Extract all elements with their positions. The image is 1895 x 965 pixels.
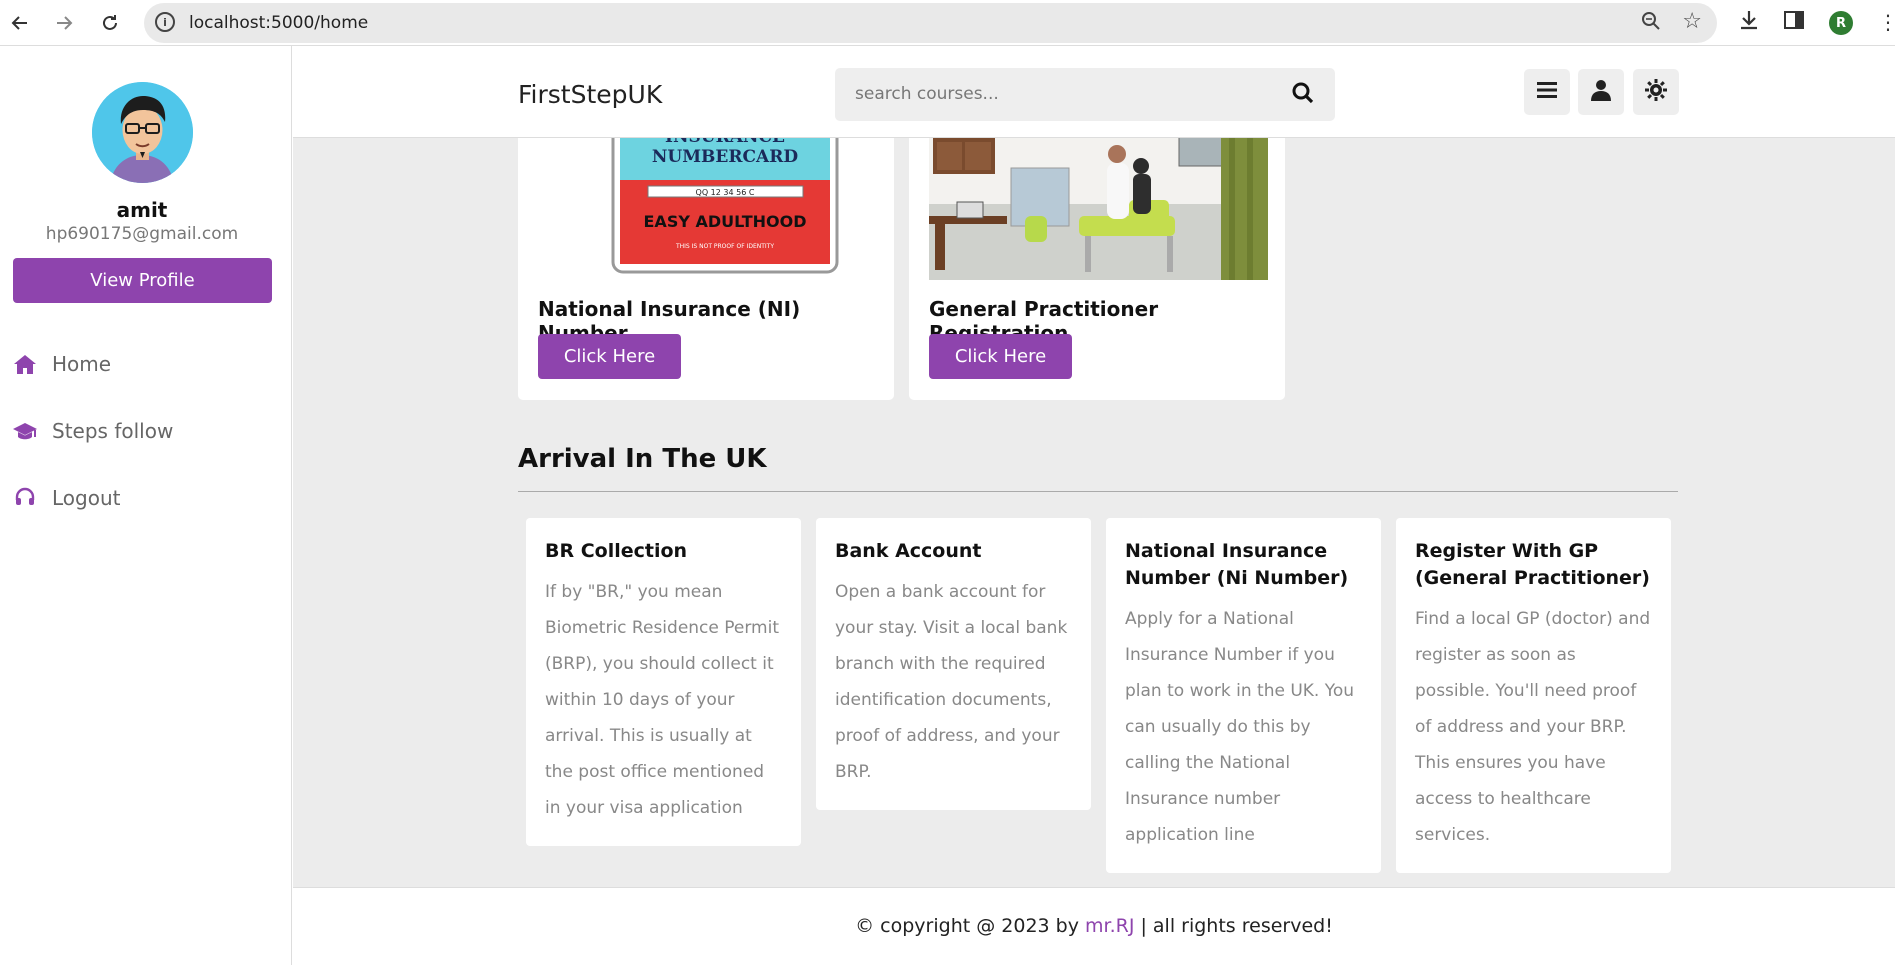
info-card-title: Bank Account: [835, 540, 982, 562]
author-link[interactable]: mr.RJ: [1085, 915, 1134, 937]
sun-gear-icon: [1644, 78, 1668, 106]
gp-clinic-image: [929, 138, 1268, 280]
reload-icon[interactable]: [96, 9, 124, 37]
ni-card-line1: INSURANCE: [665, 138, 785, 147]
site-logo[interactable]: FirstStepUK: [518, 80, 662, 109]
footer: © copyright @ 2023 by mr.RJ | all rights…: [293, 887, 1895, 965]
search-box: [835, 68, 1335, 121]
ni-card-image: INSURANCE NUMBERCARD QQ 12 34 56 C EASY …: [538, 138, 877, 280]
info-card: BR Collection If by "BR," you mean Biome…: [526, 518, 801, 846]
search-input[interactable]: [855, 82, 1275, 106]
profile-avatar[interactable]: R: [1829, 11, 1853, 35]
info-card-text: Apply for a National Insurance Number if…: [1125, 609, 1355, 845]
course-card: INSURANCE NUMBERCARD QQ 12 34 56 C EASY …: [518, 138, 894, 400]
sidebar-item-logout[interactable]: Logout: [12, 486, 120, 510]
info-card-title: Register With GP (General Practitioner): [1415, 540, 1650, 589]
ni-card-banner: EASY ADULTHOOD: [644, 212, 807, 231]
info-card-text: Open a bank account for your stay. Visit…: [835, 582, 1068, 782]
ni-card-fine-print: THIS IS NOT PROOF OF IDENTITY: [675, 243, 774, 250]
zoom-icon[interactable]: [1641, 11, 1661, 36]
info-card-text: Find a local GP (doctor) and register as…: [1415, 609, 1651, 845]
click-here-button[interactable]: Click Here: [538, 334, 681, 379]
site-info-icon[interactable]: i: [155, 12, 175, 32]
hamburger-icon: [1537, 81, 1557, 103]
side-panel-icon[interactable]: [1783, 9, 1805, 37]
sidebar-item-label: Steps follow: [52, 419, 174, 443]
more-menu-icon[interactable]: ⋮: [1878, 10, 1895, 34]
copyright-text: © copyright @ 2023 by mr.RJ | all rights…: [293, 915, 1895, 937]
info-card: Register With GP (General Practitioner) …: [1396, 518, 1671, 873]
theme-toggle-button[interactable]: [1633, 69, 1679, 115]
view-profile-button[interactable]: View Profile: [13, 258, 272, 303]
forward-icon[interactable]: [50, 9, 78, 37]
course-card: General Practitioner Registration Click …: [909, 138, 1285, 400]
browser-toolbar: i localhost:5000/home ☆ R ⋮: [0, 0, 1895, 46]
main-content: INSURANCE NUMBERCARD QQ 12 34 56 C EASY …: [293, 138, 1895, 887]
home-icon: [12, 353, 38, 375]
ni-card-number: QQ 12 34 56 C: [696, 188, 755, 197]
search-icon[interactable]: [1291, 81, 1315, 105]
menu-button[interactable]: [1524, 69, 1570, 115]
user-email: hp690175@gmail.com: [45, 224, 239, 244]
download-icon[interactable]: [1738, 9, 1760, 37]
bookmark-star-icon[interactable]: ☆: [1682, 9, 1702, 34]
graduation-cap-icon: [12, 420, 38, 442]
user-button[interactable]: [1578, 69, 1624, 115]
sidebar-item-steps-follow[interactable]: Steps follow: [12, 419, 173, 443]
sidebar-item-home[interactable]: Home: [12, 352, 111, 376]
address-bar[interactable]: i localhost:5000/home ☆: [144, 3, 1717, 43]
section-divider: [518, 491, 1678, 492]
sidebar-item-label: Home: [52, 352, 112, 376]
ni-card-line2: NUMBERCARD: [652, 147, 798, 167]
info-card-title: BR Collection: [545, 540, 688, 562]
sidebar: amit hp690175@gmail.com View Profile Hom…: [0, 46, 292, 965]
headset-icon: [12, 487, 38, 509]
copyright-suffix: | all rights reserved!: [1134, 915, 1333, 937]
sidebar-item-label: Logout: [52, 486, 121, 510]
user-avatar: [92, 82, 193, 183]
user-icon: [1591, 79, 1611, 105]
copyright-prefix: © copyright @ 2023 by: [855, 915, 1086, 937]
click-here-button[interactable]: Click Here: [929, 334, 1072, 379]
info-card-title: National Insurance Number (Ni Number): [1125, 540, 1349, 589]
top-header: FirstStepUK: [293, 46, 1895, 138]
info-card: National Insurance Number (Ni Number) Ap…: [1106, 518, 1381, 873]
back-icon[interactable]: [6, 9, 34, 37]
info-card-text: If by "BR," you mean Biometric Residence…: [545, 582, 779, 818]
address-url[interactable]: localhost:5000/home: [189, 13, 368, 33]
info-card: Bank Account Open a bank account for you…: [816, 518, 1091, 810]
section-title: Arrival In The UK: [518, 444, 767, 474]
user-name: amit: [116, 198, 168, 222]
